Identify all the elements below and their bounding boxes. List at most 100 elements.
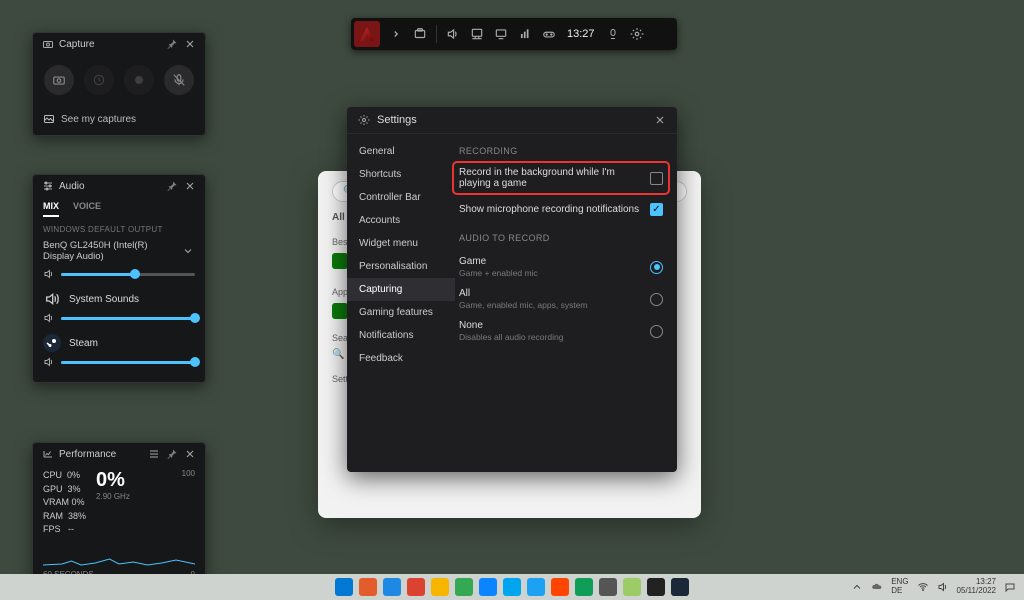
clock-date[interactable]: 13:2705/11/2022	[957, 578, 996, 596]
audio-record-option-game[interactable]: GameGame + enabled mic	[459, 251, 663, 283]
settings-nav-controller-bar[interactable]: Controller Bar	[347, 186, 455, 209]
master-volume-slider[interactable]	[61, 273, 195, 276]
speaker-icon	[43, 268, 55, 280]
audio-header: Audio	[33, 175, 205, 197]
record-background-row[interactable]: Record in the background while I'm playi…	[455, 164, 667, 192]
onedrive-icon[interactable]	[871, 581, 883, 593]
speaker-icon	[43, 312, 55, 324]
record-background-checkbox[interactable]	[650, 172, 663, 185]
taskbar-tray: ENGDE 13:2705/11/2022	[851, 578, 1016, 596]
options-icon[interactable]	[147, 447, 161, 461]
chevron-right-icon[interactable]	[384, 18, 408, 50]
taskbar-app-icon[interactable]	[623, 578, 641, 596]
taskbar-brave-icon[interactable]	[359, 578, 377, 596]
taskbar-explorer-icon[interactable]	[431, 578, 449, 596]
capture-shortcut-icon[interactable]	[408, 18, 432, 50]
close-icon[interactable]	[183, 447, 197, 461]
chevron-down-icon	[181, 244, 195, 258]
divider	[436, 25, 437, 43]
radio[interactable]	[650, 261, 663, 274]
taskbar-firefox-icon[interactable]	[407, 578, 425, 596]
tab-mix[interactable]: MIX	[43, 197, 59, 217]
system-sounds-slider[interactable]	[61, 317, 195, 320]
taskbar-terminal-icon[interactable]	[599, 578, 617, 596]
settings-content: RECORDING Record in the background while…	[455, 134, 677, 472]
language-indicator[interactable]: ENGDE	[891, 578, 908, 596]
see-captures-link[interactable]: See my captures	[33, 107, 205, 135]
audio-to-record-label: AUDIO TO RECORD	[459, 233, 663, 243]
settings-nav-capturing[interactable]: Capturing	[347, 278, 455, 301]
screenshot-button[interactable]	[44, 65, 74, 95]
gamebar-settings-modal: Settings GeneralShortcutsController BarA…	[347, 107, 677, 472]
master-volume-row	[33, 264, 205, 284]
taskbar-whatsapp-icon[interactable]	[575, 578, 593, 596]
close-icon[interactable]	[183, 179, 197, 193]
capture-widget: Capture See my captures	[32, 32, 206, 136]
settings-nav-shortcuts[interactable]: Shortcuts	[347, 163, 455, 186]
record-last-button[interactable]	[84, 65, 114, 95]
perf-header: Performance	[33, 443, 205, 465]
close-icon[interactable]	[653, 113, 667, 127]
mic-notifications-row[interactable]: Show microphone recording notifications …	[459, 198, 663, 221]
capture-buttons	[33, 55, 205, 107]
settings-header: Settings	[347, 107, 677, 134]
settings-nav-feedback[interactable]: Feedback	[347, 347, 455, 370]
output-device-select[interactable]: BenQ GL2450H (Intel(R) Display Audio)	[33, 238, 205, 264]
taskbar-edge-icon[interactable]	[383, 578, 401, 596]
app-system-sounds: System Sounds	[33, 284, 205, 308]
audio-record-option-none[interactable]: NoneDisables all audio recording	[459, 315, 663, 347]
audio-shortcut-icon[interactable]	[441, 18, 465, 50]
audio-title: Audio	[59, 181, 161, 192]
mic-toggle-button[interactable]	[164, 65, 194, 95]
settings-nav-notifications[interactable]: Notifications	[347, 324, 455, 347]
record-background-label: Record in the background while I'm playi…	[459, 167, 642, 189]
perf-stats: CPU 0% GPU 3% VRAM 0% RAM 38% FPS --	[43, 469, 86, 537]
settings-title: Settings	[377, 114, 647, 126]
camera-icon	[41, 37, 55, 51]
taskbar-skype-icon[interactable]	[527, 578, 545, 596]
audio-tabs: MIX VOICE	[33, 197, 205, 217]
settings-nav-widget-menu[interactable]: Widget menu	[347, 232, 455, 255]
widgets-shortcut-icon[interactable]	[513, 18, 537, 50]
volume-icon[interactable]	[937, 581, 949, 593]
pin-icon[interactable]	[165, 447, 179, 461]
resources-shortcut-icon[interactable]	[489, 18, 513, 50]
settings-nav-personalisation[interactable]: Personalisation	[347, 255, 455, 278]
performance-shortcut-icon[interactable]	[465, 18, 489, 50]
settings-nav: GeneralShortcutsController BarAccountsWi…	[347, 134, 455, 472]
pin-icon[interactable]	[165, 37, 179, 51]
pin-icon[interactable]	[165, 179, 179, 193]
taskbar-steam-icon[interactable]	[671, 578, 689, 596]
audio-record-option-all[interactable]: AllGame, enabled mic, apps, system	[459, 283, 663, 315]
perf-y-max: 100	[182, 469, 195, 537]
output-device-name: BenQ GL2450H (Intel(R) Display Audio)	[43, 240, 181, 262]
tab-voice[interactable]: VOICE	[73, 197, 101, 217]
steam-slider[interactable]	[61, 361, 195, 364]
perf-summary: 0% 2.90 GHz	[96, 469, 130, 537]
account-icon[interactable]	[601, 18, 625, 50]
record-button[interactable]	[124, 65, 154, 95]
audio-widget: Audio MIX VOICE WINDOWS DEFAULT OUTPUT B…	[32, 174, 206, 383]
taskbar-vscode-icon[interactable]	[647, 578, 665, 596]
taskbar-mail-icon[interactable]	[503, 578, 521, 596]
gamebar-time: 13:27	[561, 28, 601, 40]
settings-nav-accounts[interactable]: Accounts	[347, 209, 455, 232]
taskbar-microsoft-store-icon[interactable]	[455, 578, 473, 596]
close-icon[interactable]	[183, 37, 197, 51]
radio[interactable]	[650, 293, 663, 306]
taskbar-start-icon[interactable]	[335, 578, 353, 596]
taskbar-opera-icon[interactable]	[551, 578, 569, 596]
taskbar-chrome-icon[interactable]	[479, 578, 497, 596]
settings-nav-gaming-features[interactable]: Gaming features	[347, 301, 455, 324]
wifi-icon[interactable]	[917, 581, 929, 593]
notifications-icon[interactable]	[1004, 581, 1016, 593]
mic-notifications-checkbox[interactable]: ✓	[650, 203, 663, 216]
active-game-icon[interactable]	[354, 21, 380, 47]
settings-icon[interactable]	[625, 18, 649, 50]
perf-title: Performance	[59, 449, 143, 460]
perf-body: CPU 0% GPU 3% VRAM 0% RAM 38% FPS -- 0% …	[33, 465, 205, 541]
xbox-social-icon[interactable]	[537, 18, 561, 50]
radio[interactable]	[650, 325, 663, 338]
settings-nav-general[interactable]: General	[347, 140, 455, 163]
chevron-up-icon[interactable]	[851, 581, 863, 593]
